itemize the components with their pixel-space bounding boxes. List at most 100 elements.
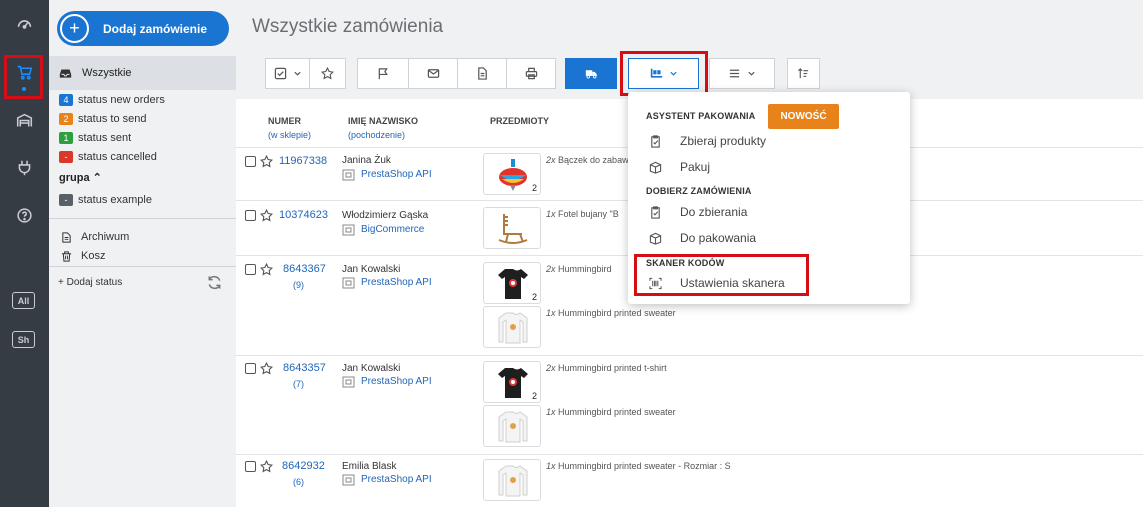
product-name: 2x Hummingbird printed t-shirt [546,363,667,373]
sidebar-item-all[interactable]: Wszystkie [49,56,236,90]
product-thumbnail[interactable] [483,405,541,447]
star-icon[interactable] [260,155,273,168]
row-divider [236,355,1143,356]
product-qty: 2x [546,264,556,274]
status-count-badge: - [59,151,73,163]
order-number[interactable]: 11967338 [279,155,327,167]
icon-rail: All Sh [0,0,49,507]
flag-icon [378,68,388,80]
menu-item-to-pack[interactable]: Do pakowania [649,230,756,246]
inbox-icon [59,68,72,78]
sidebar-status-sent[interactable]: 1 status sent [59,130,131,146]
spinning-top-image [499,159,527,191]
status-count-badge: 2 [59,113,73,125]
sidebar-status-example[interactable]: - status example [59,192,152,208]
row-checkbox[interactable] [245,264,256,275]
warehouse-icon[interactable] [0,100,49,140]
product-thumbnail[interactable]: 2 [483,262,541,304]
star-icon[interactable] [260,209,273,222]
menu-item-to-collect[interactable]: Do zbierania [649,204,747,220]
product-thumbnail[interactable] [483,207,541,249]
customer-name: Jan Kowalski [342,363,401,374]
status-label: status to send [78,113,147,125]
row-checkbox[interactable] [245,363,256,374]
menu-item-pack[interactable]: Pakuj [649,159,710,175]
product-thumbnail[interactable] [483,306,541,348]
dashboard-icon[interactable] [0,3,49,43]
shop-icon [342,169,355,180]
black-tshirt-image [498,368,528,398]
add-order-button[interactable]: + Dodaj zamówienie [57,11,229,46]
mail-button[interactable] [408,58,458,89]
sidebar-status-cancelled[interactable]: - status cancelled [59,149,157,165]
flag-button[interactable] [357,58,409,89]
order-number[interactable]: 8643367 [283,263,326,275]
star-icon[interactable] [260,263,273,276]
scanner-highlight-frame [634,254,809,296]
sort-button[interactable] [787,58,820,89]
product-label: Hummingbird printed sweater [558,407,676,417]
select-checkbox-button[interactable] [265,58,310,89]
order-number[interactable]: 8642932 [282,460,325,472]
shop-icon [342,376,355,387]
product-label: Bączek do zabawy [558,155,634,165]
row-divider [236,454,1143,455]
sidebar-item-trash[interactable]: Kosz [61,248,105,264]
status-sidebar: + Dodaj zamówienie Wszystkie 4 status ne… [49,0,236,507]
column-subheader-number: (w sklepie) [268,130,312,140]
menu-item-collect-products[interactable]: Zbieraj produkty [649,133,766,149]
column-header-items: PRZEDMIOTY [490,116,550,126]
menu-item-label: Do pakowania [680,231,757,245]
refresh-icon[interactable] [206,274,223,291]
box-icon [649,161,662,174]
order-source: PrestaShop API [342,168,432,181]
divider [49,266,236,267]
truck-icon [585,70,597,79]
sidebar-status-new-orders[interactable]: 4 status new orders [59,92,165,108]
source-label: PrestaShop API [361,277,432,288]
section-select-orders: DOBIERZ ZAMÓWIENIA [646,186,752,196]
shipping-button[interactable] [565,58,617,89]
product-label: Hummingbird [558,264,612,274]
row-checkbox[interactable] [245,461,256,472]
white-sweater-image [498,465,528,497]
product-name: 1x Hummingbird printed sweater [546,308,676,318]
document-button[interactable] [457,58,507,89]
rocking-chair-image [498,214,528,244]
star-button[interactable] [309,58,346,89]
product-label: Fotel bujany "B [558,209,619,219]
column-header-number[interactable]: NUMER [268,116,301,126]
thumb-quantity: 2 [529,391,539,401]
column-header-name[interactable]: IMIĘ NAZWISKO [348,116,418,126]
add-status-link[interactable]: + Dodaj status [58,277,122,288]
shop-order-number: (7) [293,379,304,389]
black-tshirt-image [498,269,528,299]
more-menu-button[interactable] [709,58,775,89]
product-qty: 2x [546,155,556,165]
order-source: PrestaShop API [342,375,432,388]
help-icon[interactable] [0,195,49,235]
active-indicator [22,87,26,91]
all-badge[interactable]: All [12,292,35,309]
sidebar-item-archive[interactable]: Archiwum [61,229,129,245]
menu-item-label: Pakuj [680,160,711,174]
product-thumbnail[interactable]: 2 [483,153,541,195]
plug-icon[interactable] [0,147,49,187]
sidebar-status-to-send[interactable]: 2 status to send [59,111,147,127]
product-qty: 2x [546,363,556,373]
product-thumbnail[interactable]: 2 [483,361,541,403]
print-button[interactable] [506,58,556,89]
row-checkbox[interactable] [245,210,256,221]
order-number[interactable]: 10374623 [279,209,328,221]
printer-icon [525,67,537,80]
add-order-label: Dodaj zamówienie [103,21,208,36]
row-checkbox[interactable] [245,156,256,167]
menu-item-label: Zbieraj produkty [680,134,767,148]
clipboard-check-icon [651,134,660,148]
product-thumbnail[interactable] [483,459,541,501]
order-number[interactable]: 8643357 [283,362,326,374]
star-icon[interactable] [260,460,273,473]
shop-badge[interactable]: Sh [12,331,35,348]
group-toggle[interactable]: grupa ⌃ [59,171,102,184]
star-icon[interactable] [260,362,273,375]
